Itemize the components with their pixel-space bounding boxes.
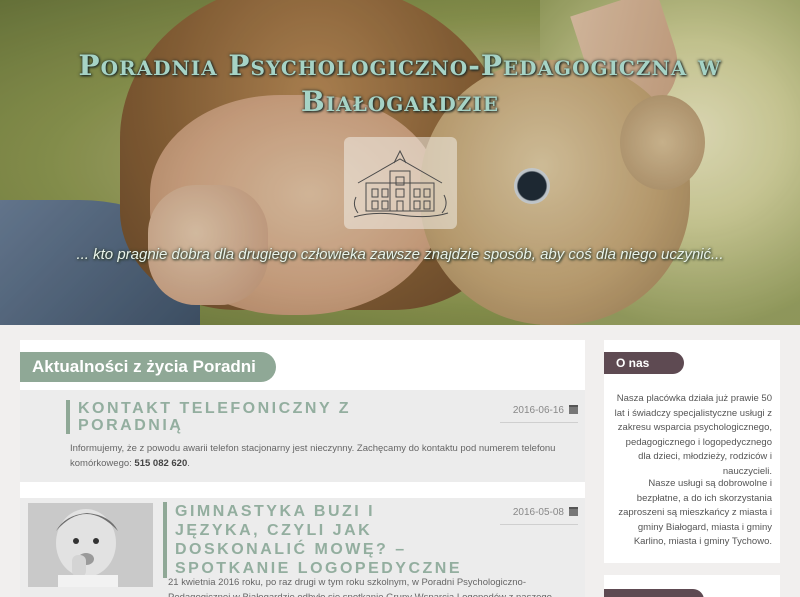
calendar-icon	[569, 405, 578, 414]
post-date: 2016-06-16	[490, 405, 578, 416]
about-paragraph-2: Nasze usługi są dobrowolne i bezpłatne, …	[618, 478, 772, 547]
sidebar-widget-2	[604, 575, 780, 597]
site-motto: ... kto pragnie dobra dla drugiego człow…	[76, 246, 724, 263]
post-title-link[interactable]: Gimnastyka buzi i języka, czyli jak dosk…	[163, 502, 463, 578]
post-thumbnail[interactable]	[28, 503, 153, 587]
post-date-text: 2016-05-08	[512, 507, 564, 518]
about-widget: O nas Nasza placówka działa już prawie 5…	[604, 340, 780, 563]
about-widget-title: O nas	[604, 352, 684, 374]
news-section: Aktualności z życia Poradni Kontakt tele…	[20, 340, 585, 597]
child-photo-image	[28, 503, 153, 587]
sidebar-widget-2-title	[604, 589, 704, 597]
post-date: 2016-05-08	[490, 507, 578, 518]
post-date-text: 2016-06-16	[512, 405, 564, 416]
phone-suffix: .	[187, 458, 190, 469]
news-post: Gimnastyka buzi i języka, czyli jak dosk…	[20, 498, 585, 597]
phone-number: 515 082 620	[134, 458, 188, 469]
site-logo[interactable]	[344, 137, 457, 229]
news-post: Kontakt telefoniczny z Poradnią 2016-06-…	[20, 390, 585, 482]
news-section-heading: Aktualności z życia Poradni	[20, 352, 276, 382]
post-title-link[interactable]: Kontakt telefoniczny z Poradnią	[66, 400, 376, 434]
date-divider	[500, 524, 578, 525]
about-paragraph-1: Nasza placówka działa już prawie 50 lat …	[614, 393, 772, 477]
building-drawing-logo-icon	[353, 149, 449, 218]
site-title[interactable]: Poradnia Psychologiczno-Pedagogiczna w B…	[0, 48, 800, 120]
calendar-icon	[569, 507, 578, 516]
post-excerpt: Informujemy, że z powodu awarii telefon …	[70, 441, 570, 471]
date-divider	[500, 422, 578, 423]
post-excerpt: 21 kwietnia 2016 roku, po raz drugi w ty…	[168, 577, 552, 597]
